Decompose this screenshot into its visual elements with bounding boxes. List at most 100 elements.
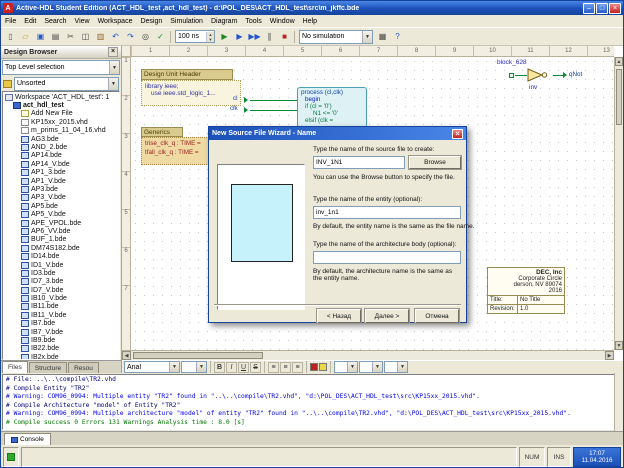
cancel-button[interactable]: Отмена <box>415 309 459 323</box>
style-combo[interactable]: ▼ <box>359 361 383 373</box>
tree-item-file[interactable]: AP1_3.bde <box>3 169 119 177</box>
browse-button[interactable]: Browse <box>409 156 461 169</box>
fill-color-swatch[interactable] <box>319 363 327 371</box>
sidebar-tab[interactable]: Files <box>2 361 28 373</box>
run-until-icon[interactable]: ▶▶ <box>247 30 262 44</box>
cut-icon[interactable]: ✂ <box>63 30 78 44</box>
menu-item[interactable]: Search <box>40 18 70 25</box>
underline-button[interactable]: U <box>238 362 249 373</box>
tree-item-file[interactable]: AG3.bde <box>3 135 119 143</box>
restart-icon[interactable]: ▶ <box>217 30 232 44</box>
pin-label-cl[interactable]: cl <box>233 95 238 102</box>
menu-item[interactable]: Simulation <box>166 18 207 25</box>
back-button[interactable]: < Назад <box>317 309 361 323</box>
find-icon[interactable]: ◎ <box>138 30 153 44</box>
tree-item-file[interactable]: AP14_V.bde <box>3 160 119 168</box>
simulation-status-combo[interactable]: No simulation ▼ <box>299 30 373 44</box>
tree-item-file[interactable]: BUF_1.bde <box>3 236 119 244</box>
tree-item-file[interactable]: ID7_V.bde <box>3 286 119 294</box>
architecture-input[interactable] <box>313 251 461 264</box>
source-pin-icon[interactable] <box>509 73 514 78</box>
entity-name-input[interactable] <box>313 206 461 219</box>
run-icon[interactable]: ▶ <box>232 30 247 44</box>
block-label[interactable]: block_628 <box>497 59 527 66</box>
italic-button[interactable]: I <box>226 362 237 373</box>
sidebar-tab[interactable]: Structure <box>29 362 67 373</box>
time-spinner[interactable]: ▲▼ <box>206 32 214 42</box>
console-scrollbar[interactable] <box>614 373 623 431</box>
pause-icon[interactable]: ∥ <box>262 30 277 44</box>
style-combo[interactable]: ▼ <box>334 361 358 373</box>
align-right-icon[interactable]: ≡ <box>292 362 303 373</box>
save-icon[interactable]: ▣ <box>33 30 48 44</box>
scroll-thumb[interactable] <box>616 69 622 125</box>
menu-item[interactable]: Design <box>136 18 166 25</box>
font-size-combo[interactable]: ▼ <box>181 361 207 373</box>
menu-item[interactable]: File <box>1 18 20 25</box>
tree-item-file[interactable]: ID3.bde <box>3 269 119 277</box>
tree-item-design[interactable]: act_hdl_test <box>3 101 119 109</box>
new-file-icon[interactable]: ▯ <box>3 30 18 44</box>
tree-item-file[interactable]: AP3_V.bde <box>3 194 119 202</box>
tree-item-file[interactable]: KP15xx_2015.vhd <box>3 118 119 126</box>
paste-icon[interactable]: ▥ <box>93 30 108 44</box>
menu-item[interactable]: Workspace <box>94 18 137 25</box>
tree-item-file[interactable]: AP5.bde <box>3 202 119 210</box>
tree-item-file[interactable]: IB10_V.bde <box>3 294 119 302</box>
tree-item-file[interactable]: IB2x.bde <box>3 353 119 360</box>
simulation-time-input[interactable] <box>176 31 206 42</box>
tree-item-file[interactable]: DM74S182.bde <box>3 244 119 252</box>
tree-item-file[interactable]: IB7.bde <box>3 320 119 328</box>
open-folder-icon[interactable]: ▱ <box>18 30 33 44</box>
maximize-button[interactable]: □ <box>596 3 608 14</box>
top-level-selector[interactable]: Top Level selection ▼ <box>2 60 120 75</box>
pin-label-clk[interactable]: clk <box>230 105 238 112</box>
menu-item[interactable]: Help <box>299 18 321 25</box>
bold-button[interactable]: B <box>214 362 225 373</box>
menu-item[interactable]: View <box>71 18 94 25</box>
wire[interactable] <box>553 75 563 76</box>
scroll-right-icon[interactable]: ▶ <box>605 351 614 360</box>
tree-item-file[interactable]: APE_VPOL.bde <box>3 219 119 227</box>
wire[interactable] <box>515 75 527 76</box>
redo-icon[interactable]: ↷ <box>123 30 138 44</box>
scroll-down-icon[interactable]: ▼ <box>615 341 623 350</box>
font-family-combo[interactable]: Arial ▼ <box>124 361 180 373</box>
tree-item-file[interactable]: IB11_V.bde <box>3 311 119 319</box>
library-code-block[interactable]: library ieee;use ieee.std_logic_1... <box>141 80 241 106</box>
copy-icon[interactable]: ◫ <box>78 30 93 44</box>
sidebar-tab[interactable]: Resou <box>68 362 99 373</box>
sort-combo[interactable]: Unsorted ▼ <box>14 77 119 91</box>
tree-item-file[interactable]: ID7_3.bde <box>3 278 119 286</box>
close-button[interactable]: × <box>609 3 621 14</box>
panel-close-icon[interactable]: × <box>108 47 118 57</box>
tree-item-add-new-file[interactable]: Add New File <box>3 110 119 118</box>
horizontal-scrollbar[interactable]: ◀ ▶ <box>122 350 614 360</box>
scroll-thumb[interactable] <box>133 352 263 359</box>
wire[interactable] <box>250 110 297 111</box>
tree-item-file[interactable]: IB11.bde <box>3 303 119 311</box>
scroll-up-icon[interactable]: ▲ <box>615 57 623 66</box>
tree-item-file[interactable]: AP5_V.bde <box>3 210 119 218</box>
menu-item[interactable]: Diagram <box>207 18 241 25</box>
tree-item-file[interactable]: IB9.bde <box>3 336 119 344</box>
design-unit-header-bar[interactable]: Design Unit Header <box>141 69 233 80</box>
tree-item-file[interactable]: AP1_V.bde <box>3 177 119 185</box>
tree-item-file[interactable]: IB22.bde <box>3 345 119 353</box>
tree-item-file[interactable]: AP6_VV.bde <box>3 227 119 235</box>
tree-item-workspace[interactable]: Workspace 'ACT_HDL_test': 1 <box>3 93 119 101</box>
strikethrough-button[interactable]: S <box>250 362 261 373</box>
tree-item-file[interactable]: m_prims_11_04_16.vhd <box>3 127 119 135</box>
menu-item[interactable]: Tools <box>241 18 265 25</box>
tree-item-file[interactable]: AND_2.bde <box>3 143 119 151</box>
file-name-input[interactable] <box>313 156 405 169</box>
pin-label-qnot[interactable]: qNot <box>569 71 582 78</box>
undo-icon[interactable]: ↶ <box>108 30 123 44</box>
help-icon[interactable]: ? <box>390 30 405 44</box>
dialog-close-icon[interactable]: × <box>452 129 463 139</box>
vertical-scrollbar[interactable]: ▲ ▼ <box>614 57 623 350</box>
stop-icon[interactable]: ■ <box>277 30 292 44</box>
minimize-button[interactable]: – <box>583 3 595 14</box>
tree-item-file[interactable]: ID1_V.bde <box>3 261 119 269</box>
tree-item-file[interactable]: AP14.bde <box>3 152 119 160</box>
